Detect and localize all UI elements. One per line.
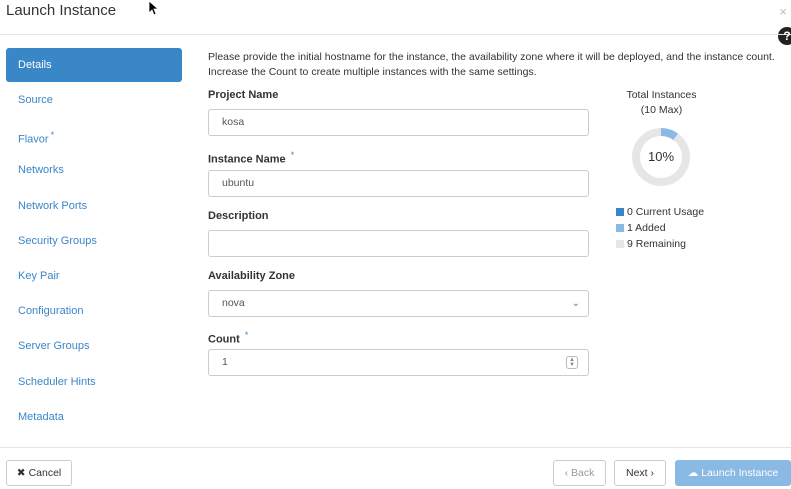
instance-name-label: Instance Name * <box>208 150 294 166</box>
sidebar-item-security-groups[interactable]: Security Groups <box>6 224 182 259</box>
availability-zone-select[interactable]: nova ⌄ <box>208 290 589 317</box>
sidebar-item-key-pair[interactable]: Key Pair <box>6 259 182 294</box>
sidebar-item-scheduler-hints[interactable]: Scheduler Hints <box>6 365 182 400</box>
required-marker: * <box>290 150 295 160</box>
modal-header: Launch Instance × <box>0 0 791 28</box>
close-icon[interactable]: × <box>779 4 787 19</box>
legend-item: 1 Added <box>616 220 704 236</box>
chevron-down-icon: ⌄ <box>571 298 580 309</box>
sidebar-item-label: Network Ports <box>18 199 88 212</box>
instance-name-input[interactable]: ubuntu <box>208 170 589 197</box>
sidebar-item-networks[interactable]: Networks <box>6 153 182 188</box>
cancel-label: Cancel <box>28 467 62 479</box>
sidebar-item-flavor[interactable]: Flavor * <box>6 118 182 153</box>
legend-swatch <box>616 208 624 216</box>
legend-text: 1 Added <box>627 222 666 234</box>
legend-text: 0 Current Usage <box>627 206 705 218</box>
required-marker: * <box>244 330 249 340</box>
legend-text: 9 Remaining <box>627 238 686 250</box>
chart-subtitle: (10 Max) <box>640 104 683 116</box>
sidebar-item-source[interactable]: Source <box>6 83 182 118</box>
sidebar-item-label: Networks <box>18 164 64 177</box>
launch-instance-button[interactable]: ☁ Launch Instance <box>675 460 791 486</box>
instance-name-label-text: Instance Name <box>208 153 286 166</box>
sidebar-item-label: Server Groups <box>18 340 90 353</box>
modal-title: Launch Instance <box>6 2 117 19</box>
description-input[interactable] <box>208 230 589 257</box>
help-icon[interactable]: ? <box>778 27 791 45</box>
sidebar-item-label: Source <box>18 94 53 106</box>
stepper-icon[interactable]: ▲ ▼ <box>566 356 578 369</box>
availability-zone-label: Availability Zone <box>208 270 296 282</box>
sidebar-item-details[interactable]: Details <box>6 48 182 82</box>
availability-zone-value: nova <box>222 297 245 309</box>
next-button[interactable]: Next › <box>614 460 666 486</box>
sidebar-item-label: Configuration <box>18 305 84 318</box>
wizard-sidebar: Details Source Flavor * Networks Network … <box>6 48 182 435</box>
chart-title: Total Instances <box>626 89 697 101</box>
count-value: 1 <box>222 356 228 368</box>
sidebar-item-label: Flavor <box>18 133 49 146</box>
sidebar-item-label: Details <box>18 59 52 71</box>
legend-item: 0 Current Usage <box>616 204 704 220</box>
cancel-button[interactable]: ✖ Cancel <box>6 460 72 486</box>
sidebar-item-server-groups[interactable]: Server Groups <box>6 329 182 364</box>
footer-divider <box>0 447 791 448</box>
mouse-cursor-icon <box>148 0 160 16</box>
project-name-input[interactable]: kosa <box>208 109 589 136</box>
header-divider <box>0 34 791 35</box>
close-icon: ✖ <box>16 467 26 479</box>
donut-center-label: 10% <box>647 149 675 164</box>
sidebar-item-metadata[interactable]: Metadata <box>6 400 182 435</box>
sidebar-item-label: Security Groups <box>18 234 97 247</box>
back-button[interactable]: ‹ Back <box>553 460 606 486</box>
project-name-label: Project Name <box>208 89 279 101</box>
sidebar-item-label: Metadata <box>18 410 64 423</box>
legend-swatch <box>616 240 624 248</box>
chart-legend: 0 Current Usage 1 Added 9 Remaining <box>616 204 704 252</box>
sidebar-item-label: Key Pair <box>18 269 60 282</box>
cloud-upload-icon: ☁ <box>687 467 699 479</box>
description-label: Description <box>208 210 269 222</box>
launch-label: Launch Instance <box>701 467 779 479</box>
legend-swatch <box>616 224 624 232</box>
count-label: Count * <box>208 330 248 346</box>
count-input[interactable]: 1 ▲ ▼ <box>208 349 589 376</box>
sidebar-item-network-ports[interactable]: Network Ports <box>6 189 182 224</box>
total-instances-chart: Total Instances (10 Max) 10% <box>604 88 719 186</box>
count-label-text: Count <box>208 333 240 346</box>
sidebar-item-label: Scheduler Hints <box>18 375 96 388</box>
intro-text: Please provide the initial hostname for … <box>208 51 775 78</box>
required-marker: * <box>50 130 55 141</box>
legend-item: 9 Remaining <box>616 236 704 252</box>
sidebar-item-configuration[interactable]: Configuration <box>6 294 182 329</box>
